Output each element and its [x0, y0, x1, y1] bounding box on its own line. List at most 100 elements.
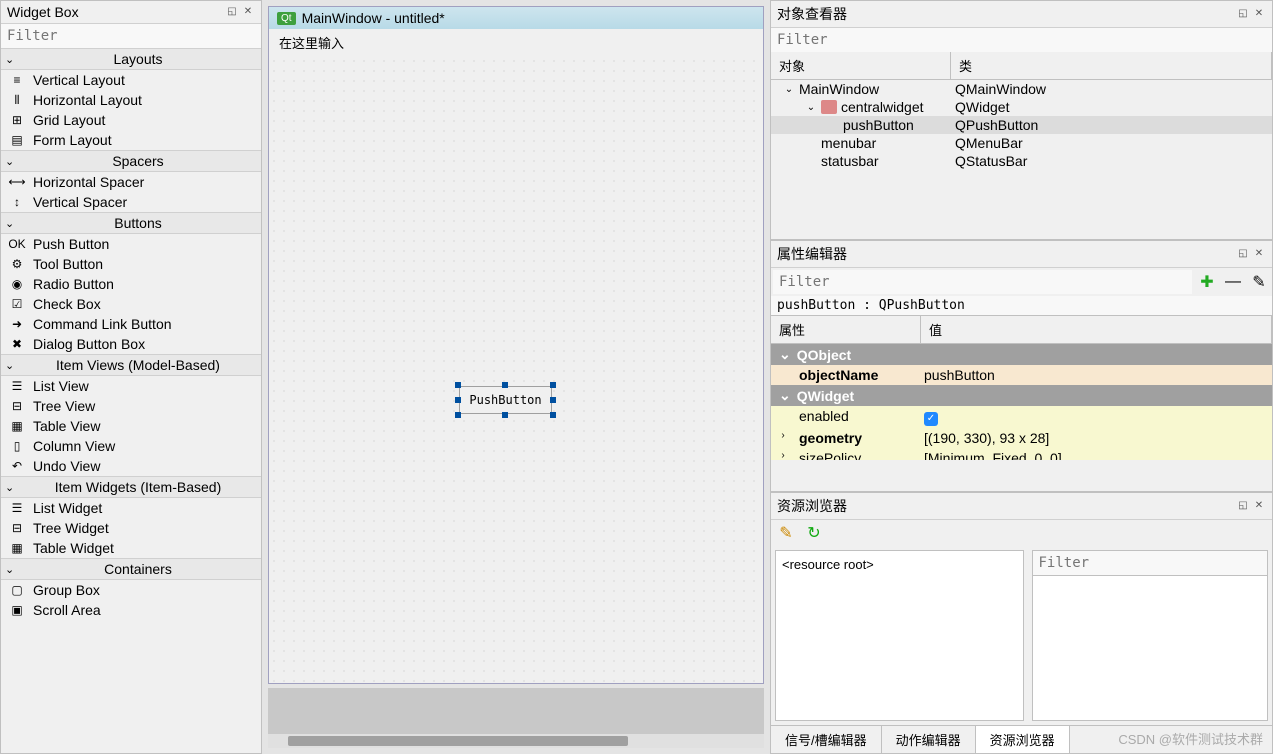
- design-surface[interactable]: Qt MainWindow - untitled* 在这里输入 PushButt…: [268, 6, 764, 684]
- close-icon[interactable]: ✕: [1252, 7, 1266, 21]
- widget-item[interactable]: ↕Vertical Spacer: [1, 192, 261, 212]
- refresh-icon[interactable]: ↻: [803, 522, 825, 544]
- object-inspector-filter[interactable]: [771, 28, 1272, 52]
- close-icon[interactable]: ✕: [241, 5, 255, 19]
- horizontal-scrollbar[interactable]: [268, 734, 764, 748]
- property-section[interactable]: ⌄QObject: [771, 344, 1272, 365]
- tree-row[interactable]: ⌄centralwidgetQWidget: [771, 98, 1272, 116]
- bottom-gray-area: [268, 688, 764, 748]
- widget-item[interactable]: ⟷Horizontal Spacer: [1, 172, 261, 192]
- widget-item-label: Table Widget: [33, 540, 114, 556]
- category-header[interactable]: ⌄Layouts: [1, 48, 261, 70]
- category-header[interactable]: ⌄Buttons: [1, 212, 261, 234]
- widget-item[interactable]: ↶Undo View: [1, 456, 261, 476]
- property-section[interactable]: ⌄QWidget: [771, 385, 1272, 406]
- category-header[interactable]: ⌄Item Widgets (Item-Based): [1, 476, 261, 498]
- widget-item[interactable]: ⊟Tree View: [1, 396, 261, 416]
- property-value[interactable]: [(190, 330), 93 x 28]: [924, 430, 1264, 446]
- property-filter[interactable]: [773, 270, 1192, 294]
- widget-item-label: Grid Layout: [33, 112, 105, 128]
- pencil-icon[interactable]: ✎: [775, 522, 797, 544]
- col-value[interactable]: 值: [921, 316, 1272, 343]
- form-icon: ▤: [9, 132, 25, 148]
- widget-item[interactable]: ▤ Form Layout: [1, 130, 261, 150]
- widget-item[interactable]: OKPush Button: [1, 234, 261, 254]
- section-name: QWidget: [797, 388, 854, 404]
- remove-icon[interactable]: —: [1222, 271, 1244, 293]
- property-name: geometry: [779, 430, 924, 446]
- widget-item-label: Form Layout: [33, 132, 112, 148]
- widget-item-label: Radio Button: [33, 276, 114, 292]
- widget-item[interactable]: ⚙Tool Button: [1, 254, 261, 274]
- close-icon[interactable]: ✕: [1252, 499, 1266, 513]
- resource-filter[interactable]: [1033, 551, 1268, 576]
- widget-item[interactable]: ☰List View: [1, 376, 261, 396]
- widget-item[interactable]: ⊞Grid Layout: [1, 110, 261, 130]
- object-tree[interactable]: ⌄MainWindowQMainWindow⌄centralwidgetQWid…: [771, 80, 1272, 239]
- widget-item[interactable]: ▦Table View: [1, 416, 261, 436]
- widget-item[interactable]: ≡Vertical Layout: [1, 70, 261, 90]
- chevron-icon[interactable]: ⌄: [783, 84, 795, 95]
- widget-item[interactable]: ☰List Widget: [1, 498, 261, 518]
- edit-icon[interactable]: ✎: [1248, 271, 1270, 293]
- resource-browser-panel: 资源浏览器 ◱✕ ✎ ↻ <resource root> 信号/槽编辑器动作编辑…: [770, 492, 1273, 754]
- widget-item[interactable]: ▢Group Box: [1, 580, 261, 600]
- resource-toolbar: ✎ ↻: [771, 520, 1272, 546]
- dock-icon[interactable]: ◱: [1236, 7, 1250, 21]
- widget-box-title: Widget Box ◱ ✕: [1, 1, 261, 24]
- tree-row[interactable]: menubarQMenuBar: [771, 134, 1272, 152]
- resource-tree[interactable]: <resource root>: [775, 550, 1024, 721]
- category-header[interactable]: ⌄Item Views (Model-Based): [1, 354, 261, 376]
- category-label: Spacers: [19, 153, 257, 169]
- chevron-right-icon[interactable]: ›: [777, 430, 789, 441]
- dock-icon[interactable]: ◱: [1236, 247, 1250, 261]
- bottom-tab[interactable]: 信号/槽编辑器: [771, 726, 882, 753]
- menu-placeholder[interactable]: 在这里输入: [269, 29, 763, 56]
- tree-row[interactable]: ⌄MainWindowQMainWindow: [771, 80, 1272, 98]
- check-icon: ☑: [9, 296, 25, 312]
- chevron-icon[interactable]: ⌄: [805, 102, 817, 113]
- col-class[interactable]: 类: [951, 52, 1272, 79]
- bottom-tab[interactable]: 动作编辑器: [882, 726, 976, 753]
- category-header[interactable]: ⌄Containers: [1, 558, 261, 580]
- add-icon[interactable]: ✚: [1196, 271, 1218, 293]
- chevron-down-icon: ⌄: [779, 346, 791, 363]
- dock-icon[interactable]: ◱: [1236, 499, 1250, 513]
- property-value[interactable]: pushButton: [924, 367, 1264, 383]
- widget-item[interactable]: ➜Command Link Button: [1, 314, 261, 334]
- resource-root[interactable]: <resource root>: [782, 557, 874, 572]
- dock-icon[interactable]: ◱: [225, 5, 239, 19]
- tree-row[interactable]: pushButtonQPushButton: [771, 116, 1272, 134]
- close-icon[interactable]: ✕: [1252, 247, 1266, 261]
- widget-item[interactable]: ☑Check Box: [1, 294, 261, 314]
- widget-item-label: Command Link Button: [33, 316, 172, 332]
- widget-box-filter[interactable]: [1, 24, 261, 48]
- category-header[interactable]: ⌄Spacers: [1, 150, 261, 172]
- col-object[interactable]: 对象: [771, 52, 951, 79]
- chevron-down-icon: ⌄: [5, 155, 19, 168]
- widget-box-list[interactable]: ⌄Layouts≡Vertical Layout⦀Horizontal Layo…: [1, 48, 261, 753]
- checkbox-icon[interactable]: ✓: [924, 412, 938, 426]
- property-row[interactable]: objectNamepushButton: [771, 365, 1272, 385]
- widget-item-label: Vertical Layout: [33, 72, 125, 88]
- widget-item[interactable]: ▦Table Widget: [1, 538, 261, 558]
- col-property[interactable]: 属性: [771, 316, 921, 343]
- category-label: Item Widgets (Item-Based): [19, 479, 257, 495]
- bottom-tab[interactable]: 资源浏览器: [976, 726, 1070, 753]
- widget-item[interactable]: ▣Scroll Area: [1, 600, 261, 620]
- widget-item[interactable]: ⊟Tree Widget: [1, 518, 261, 538]
- widget-item[interactable]: ⦀Horizontal Layout: [1, 90, 261, 110]
- pushbutton-widget[interactable]: PushButton: [459, 386, 552, 414]
- property-row[interactable]: enabled✓: [771, 406, 1272, 428]
- property-value[interactable]: ✓: [924, 408, 1264, 426]
- widget-item[interactable]: ◉Radio Button: [1, 274, 261, 294]
- widget-item[interactable]: ✖Dialog Button Box: [1, 334, 261, 354]
- property-list[interactable]: ⌄QObjectobjectNamepushButton⌄QWidgetenab…: [771, 344, 1272, 491]
- widget-item[interactable]: ▯Column View: [1, 436, 261, 456]
- resource-browser-title-text: 资源浏览器: [777, 496, 1236, 516]
- form-canvas[interactable]: PushButton: [269, 56, 763, 684]
- property-row[interactable]: ›geometry[(190, 330), 93 x 28]: [771, 428, 1272, 448]
- tree-row[interactable]: statusbarQStatusBar: [771, 152, 1272, 170]
- tree-icon: ⊟: [9, 520, 25, 536]
- resource-browser-title: 资源浏览器 ◱✕: [771, 493, 1272, 520]
